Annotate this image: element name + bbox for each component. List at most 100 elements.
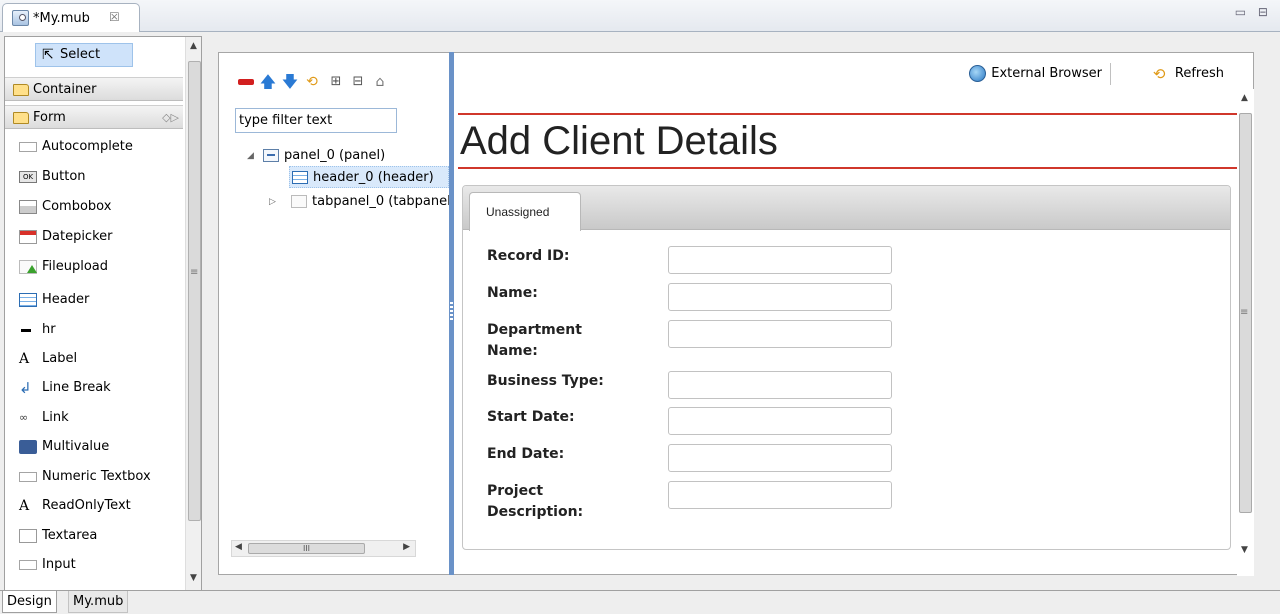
preview-scrollbar[interactable]: ▲ ≡ ▼ — [1237, 89, 1254, 576]
collapsed-twisty-icon[interactable]: ▷ — [269, 191, 276, 213]
editor-tab-label: *My.mub — [33, 11, 90, 26]
field-label: Name: — [487, 285, 538, 301]
tree-node-label: panel_0 (panel) — [284, 148, 386, 163]
panel-icon — [263, 149, 279, 162]
project-description-field[interactable] — [668, 481, 892, 509]
globe-icon — [969, 65, 987, 82]
external-browser-button[interactable]: External Browser — [969, 64, 1102, 84]
move-down-icon[interactable]: 🡇 — [281, 73, 299, 91]
start-date-field[interactable] — [668, 407, 892, 435]
toolbar-separator — [1110, 63, 1111, 85]
scroll-up-icon[interactable]: ▲ — [1241, 93, 1248, 103]
palette-item-label: Datepicker — [42, 229, 113, 244]
scroll-down-icon[interactable]: ▼ — [1241, 545, 1248, 555]
scrollbar-thumb[interactable]: III — [248, 543, 365, 554]
palette-item-line-break[interactable]: ↲ Line Break — [5, 376, 183, 400]
palette-item-header[interactable]: Header — [5, 288, 183, 312]
end-date-field[interactable] — [668, 444, 892, 472]
palette-item-hr[interactable]: hr — [5, 318, 183, 342]
home-icon[interactable]: ⌂ — [371, 73, 389, 91]
scroll-right-icon[interactable]: ▶ — [403, 542, 410, 552]
tab-source[interactable]: My.mub — [68, 591, 129, 613]
calendar-icon — [19, 230, 37, 244]
link-icon: ∞ — [19, 411, 29, 424]
palette-item-label: Multivalue — [42, 439, 110, 454]
line-break-icon: ↲ — [19, 379, 32, 397]
folder-icon — [13, 84, 29, 96]
outline-horizontal-scrollbar[interactable]: ◀ III ▶ — [231, 540, 416, 557]
palette-item-label: Header — [42, 292, 90, 307]
close-icon[interactable]: ☒ — [109, 10, 120, 24]
preview-panel: External Browser ⟲ Refresh Add Client De… — [454, 52, 1254, 576]
grip-icon: ≡ — [190, 267, 199, 278]
palette-item-readonlytext[interactable]: A ReadOnlyText — [5, 494, 183, 518]
scroll-left-icon[interactable]: ◀ — [235, 542, 242, 552]
collapse-all-icon[interactable]: ⊟ — [349, 73, 367, 91]
button-icon: OK — [19, 171, 37, 183]
tab-unassigned[interactable]: Unassigned — [469, 192, 581, 231]
palette-item-label: ReadOnlyText — [42, 498, 131, 513]
filter-input[interactable] — [235, 108, 397, 133]
editor-tab[interactable]: *My.mub ☒ — [2, 3, 140, 33]
palette-item-label: Fileupload — [42, 259, 109, 274]
expand-all-icon[interactable]: ⊞ — [327, 73, 345, 91]
palette-drawer-container[interactable]: Container — [5, 77, 183, 101]
mub-file-icon — [12, 10, 29, 26]
palette-item-fileupload[interactable]: Fileupload — [5, 255, 183, 279]
header-icon — [292, 171, 308, 184]
page-header: Add Client Details — [458, 113, 1237, 169]
field-label: Record ID: — [487, 248, 570, 264]
name-field[interactable] — [668, 283, 892, 311]
header-icon — [19, 293, 37, 307]
refresh-button[interactable]: ⟲ Refresh — [1153, 64, 1224, 84]
outline-toolbar: 🡅 🡇 ⟲ ⊞ ⊟ ⌂ — [237, 73, 447, 93]
tree-node-label: tabpanel_0 (tabpanel) — [312, 194, 451, 209]
palette-item-autocomplete[interactable]: Autocomplete — [5, 135, 183, 159]
palette-item-label: Textarea — [42, 528, 98, 543]
record-id-field[interactable] — [668, 246, 892, 274]
external-browser-label: External Browser — [991, 66, 1102, 81]
palette-item-label: hr — [42, 322, 56, 337]
tree-node-header[interactable]: header_0 (header) — [289, 166, 449, 188]
palette-item-button[interactable]: OK Button — [5, 165, 183, 189]
tree-node-panel[interactable]: ◢ panel_0 (panel) — [247, 145, 437, 167]
palette-item-combobox[interactable]: Combobox — [5, 195, 183, 219]
business-type-field[interactable] — [668, 371, 892, 399]
drawer-pin-icon[interactable]: ◇▷ — [162, 106, 179, 130]
label-icon: A — [19, 351, 30, 367]
palette-item-numeric-textbox[interactable]: Numeric Textbox — [5, 465, 183, 489]
multivalue-icon — [19, 440, 37, 454]
label-icon: A — [19, 498, 30, 514]
scroll-up-icon[interactable]: ▲ — [190, 41, 197, 51]
refresh-icon[interactable]: ⟲ — [303, 73, 321, 91]
tree-node-tabpanel[interactable]: ▷ tabpanel_0 (tabpanel) — [269, 191, 451, 213]
palette-item-textarea[interactable]: Textarea — [5, 524, 183, 548]
expanded-twisty-icon[interactable]: ◢ — [247, 145, 254, 167]
grip-icon: ≡ — [1240, 307, 1249, 318]
department-name-field[interactable] — [668, 320, 892, 348]
scrollbar-thumb[interactable] — [188, 61, 201, 521]
input-icon — [19, 142, 37, 152]
palette-scrollbar[interactable]: ▲ ≡ ▼ — [185, 37, 201, 591]
tree-node-label: header_0 (header) — [313, 170, 434, 185]
palette-item-label[interactable]: A Label — [5, 347, 183, 371]
palette-drawer-label: Form — [33, 110, 66, 125]
palette-item-multivalue[interactable]: Multivalue — [5, 435, 183, 459]
scroll-down-icon[interactable]: ▼ — [190, 573, 197, 583]
palette-item-input[interactable]: Input — [5, 553, 183, 577]
palette-item-datepicker[interactable]: Datepicker — [5, 225, 183, 249]
palette-select-tool[interactable]: ⇱ Select — [35, 43, 133, 67]
field-label: Project Description: — [487, 483, 584, 520]
refresh-label: Refresh — [1174, 66, 1224, 81]
palette-drawer-form[interactable]: Form ◇▷ — [5, 105, 183, 129]
remove-icon[interactable] — [237, 73, 255, 91]
input-icon — [19, 472, 37, 482]
palette-select-label: Select — [60, 47, 101, 62]
hr-icon — [19, 323, 37, 337]
splitter-grip — [450, 302, 453, 322]
minimize-maximize-icon[interactable]: ▭ ⊟ — [1235, 5, 1272, 19]
tab-design[interactable]: Design — [2, 591, 57, 613]
move-up-icon[interactable]: 🡅 — [259, 73, 277, 91]
palette-item-label: Combobox — [42, 199, 112, 214]
palette-item-link[interactable]: ∞ Link — [5, 406, 183, 430]
